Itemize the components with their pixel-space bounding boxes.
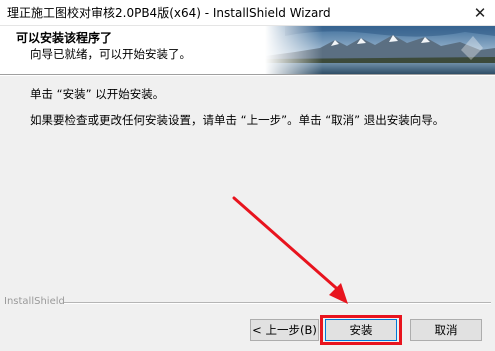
banner-subtitle: 向导已就绪，可以开始安装了。 [30, 47, 191, 61]
back-button[interactable]: < 上一步(B) [250, 319, 319, 341]
landscape-banner-image [265, 26, 495, 74]
window-title: 理正施工图校对审核2.0PB4版(x64) - InstallShield Wi… [7, 6, 331, 20]
install-button-highlight [320, 315, 402, 345]
instruction-line-1: 单击 “安装” 以开始安装。 [30, 87, 165, 101]
close-icon[interactable]: ✕ [465, 0, 495, 25]
installshield-footer: InstallShield [0, 296, 495, 310]
cancel-button[interactable]: 取消 [410, 319, 482, 341]
header-separator [0, 74, 495, 76]
footer-divider [64, 302, 491, 304]
installshield-brand: InstallShield [4, 296, 65, 307]
title-bar: 理正施工图校对审核2.0PB4版(x64) - InstallShield Wi… [0, 0, 495, 26]
instruction-line-2: 如果要检查或更改任何安装设置，请单击 “上一步”。单击 “取消” 退出安装向导。 [30, 113, 445, 127]
header-banner: 可以安装该程序了 向导已就绪，可以开始安装了。 [0, 26, 495, 74]
banner-title: 可以安装该程序了 [16, 31, 113, 45]
